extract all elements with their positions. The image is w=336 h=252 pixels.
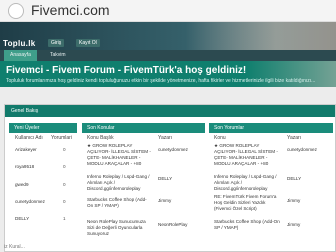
member-count: 0 — [63, 199, 66, 204]
overview-panel: Genel Bakış Yeni Üyeler Kullanıcı Adı Yo… — [4, 104, 336, 252]
panel-header: Genel Bakış — [5, 105, 335, 117]
forum-logo[interactable]: Toplu.lk — [3, 39, 35, 48]
col-comments-label: Yorumlari — [51, 135, 72, 141]
comment-author[interactable]: DELLY — [287, 176, 301, 182]
topic-link[interactable]: Inferno Roleplay / Lspd-Gang / Alımları … — [87, 174, 151, 192]
comment-author[interactable]: cunetydonmez — [287, 147, 317, 153]
comment-topic-link[interactable]: Starbucks Coffee Shop (Add-On SP / YMAP) — [214, 219, 280, 231]
member-name[interactable]: gwed9 — [15, 182, 29, 188]
comment-topic-link[interactable]: ★ GROW ROLEPLAY AÇILIYOR- İLLEGAL SİSTEM… — [214, 143, 280, 167]
member-count: 0 — [63, 182, 66, 187]
col-topic-label: Konu Başlık — [87, 135, 114, 141]
site-title[interactable]: Fivemci.com — [31, 2, 110, 18]
new-members-header: Yeni Üyeler — [9, 123, 77, 133]
topic-author[interactable]: Jimmy — [158, 198, 171, 204]
col-author-label: Yazarı — [158, 135, 173, 141]
member-count: 0 — [63, 164, 66, 169]
topic-link[interactable]: Neon RolePlay Sunucumuza Sizi de Değerli… — [87, 219, 151, 237]
comment-author[interactable]: Jimmy — [287, 222, 300, 228]
nav-calendar[interactable]: Takvim — [44, 50, 72, 61]
topic-link[interactable]: Starbucks Coffee Shop (Add-On SP / YMAP) — [87, 197, 151, 209]
register-button[interactable]: Kayıt Ol — [76, 39, 100, 47]
login-button[interactable]: Giriş — [48, 39, 65, 47]
member-name[interactable]: cunetydonmez — [15, 199, 45, 205]
col-topic-label: Konu — [214, 135, 226, 141]
latest-topics-header: Son Konular — [82, 123, 205, 133]
panel-title: Genel Bakış — [11, 108, 39, 114]
member-name[interactable]: Arizakeyer — [15, 147, 37, 153]
topic-author[interactable]: DELLY — [158, 176, 172, 182]
comment-author[interactable]: Jimmy — [287, 198, 300, 204]
latest-comments-header: Son Yorumlar — [209, 123, 333, 133]
member-count: 0 — [63, 147, 66, 152]
main-nav: Anasayfa Takvim — [0, 50, 336, 61]
member-name[interactable]: roya9518 — [15, 164, 34, 170]
comment-topic-link[interactable]: Inferno Roleplay / Lspd-Gang / Alımları … — [214, 174, 280, 192]
site-header: Fivemci.com — [0, 0, 336, 22]
hero-banner: Toplu.lk Giriş Kayıt Ol — [0, 22, 336, 50]
page-title: Fivemci - Fivem Forum - FivemTürk'a hoş … — [6, 65, 247, 76]
topic-author[interactable]: NeonRolePlay — [158, 222, 187, 228]
site-logo-icon[interactable] — [8, 3, 24, 19]
member-count: 1 — [63, 216, 66, 221]
col-username-label: Kullanıcı Adı — [15, 135, 43, 141]
footer-text: iz Kural... — [4, 244, 25, 250]
col-author-label: Yazarı — [287, 135, 302, 141]
topic-author[interactable]: cunetydonmez — [158, 147, 188, 153]
member-name[interactable]: DELLY — [15, 216, 29, 222]
page-subtitle: Topluluk forumlarımıza hoş geldiniz kend… — [6, 78, 316, 84]
welcome-banner: Fivemci - Fivem Forum - FivemTürk'a hoş … — [0, 61, 336, 87]
nav-home[interactable]: Anasayfa — [4, 50, 37, 61]
hero-image — [186, 22, 336, 50]
comment-topic-link[interactable]: RE: FivemTürk Fivem Forum'a Hoş Geldin S… — [214, 194, 280, 212]
topic-link[interactable]: ★ GROW ROLEPLAY AÇILIYOR- İLLEGAL SİSTEM… — [87, 143, 151, 167]
